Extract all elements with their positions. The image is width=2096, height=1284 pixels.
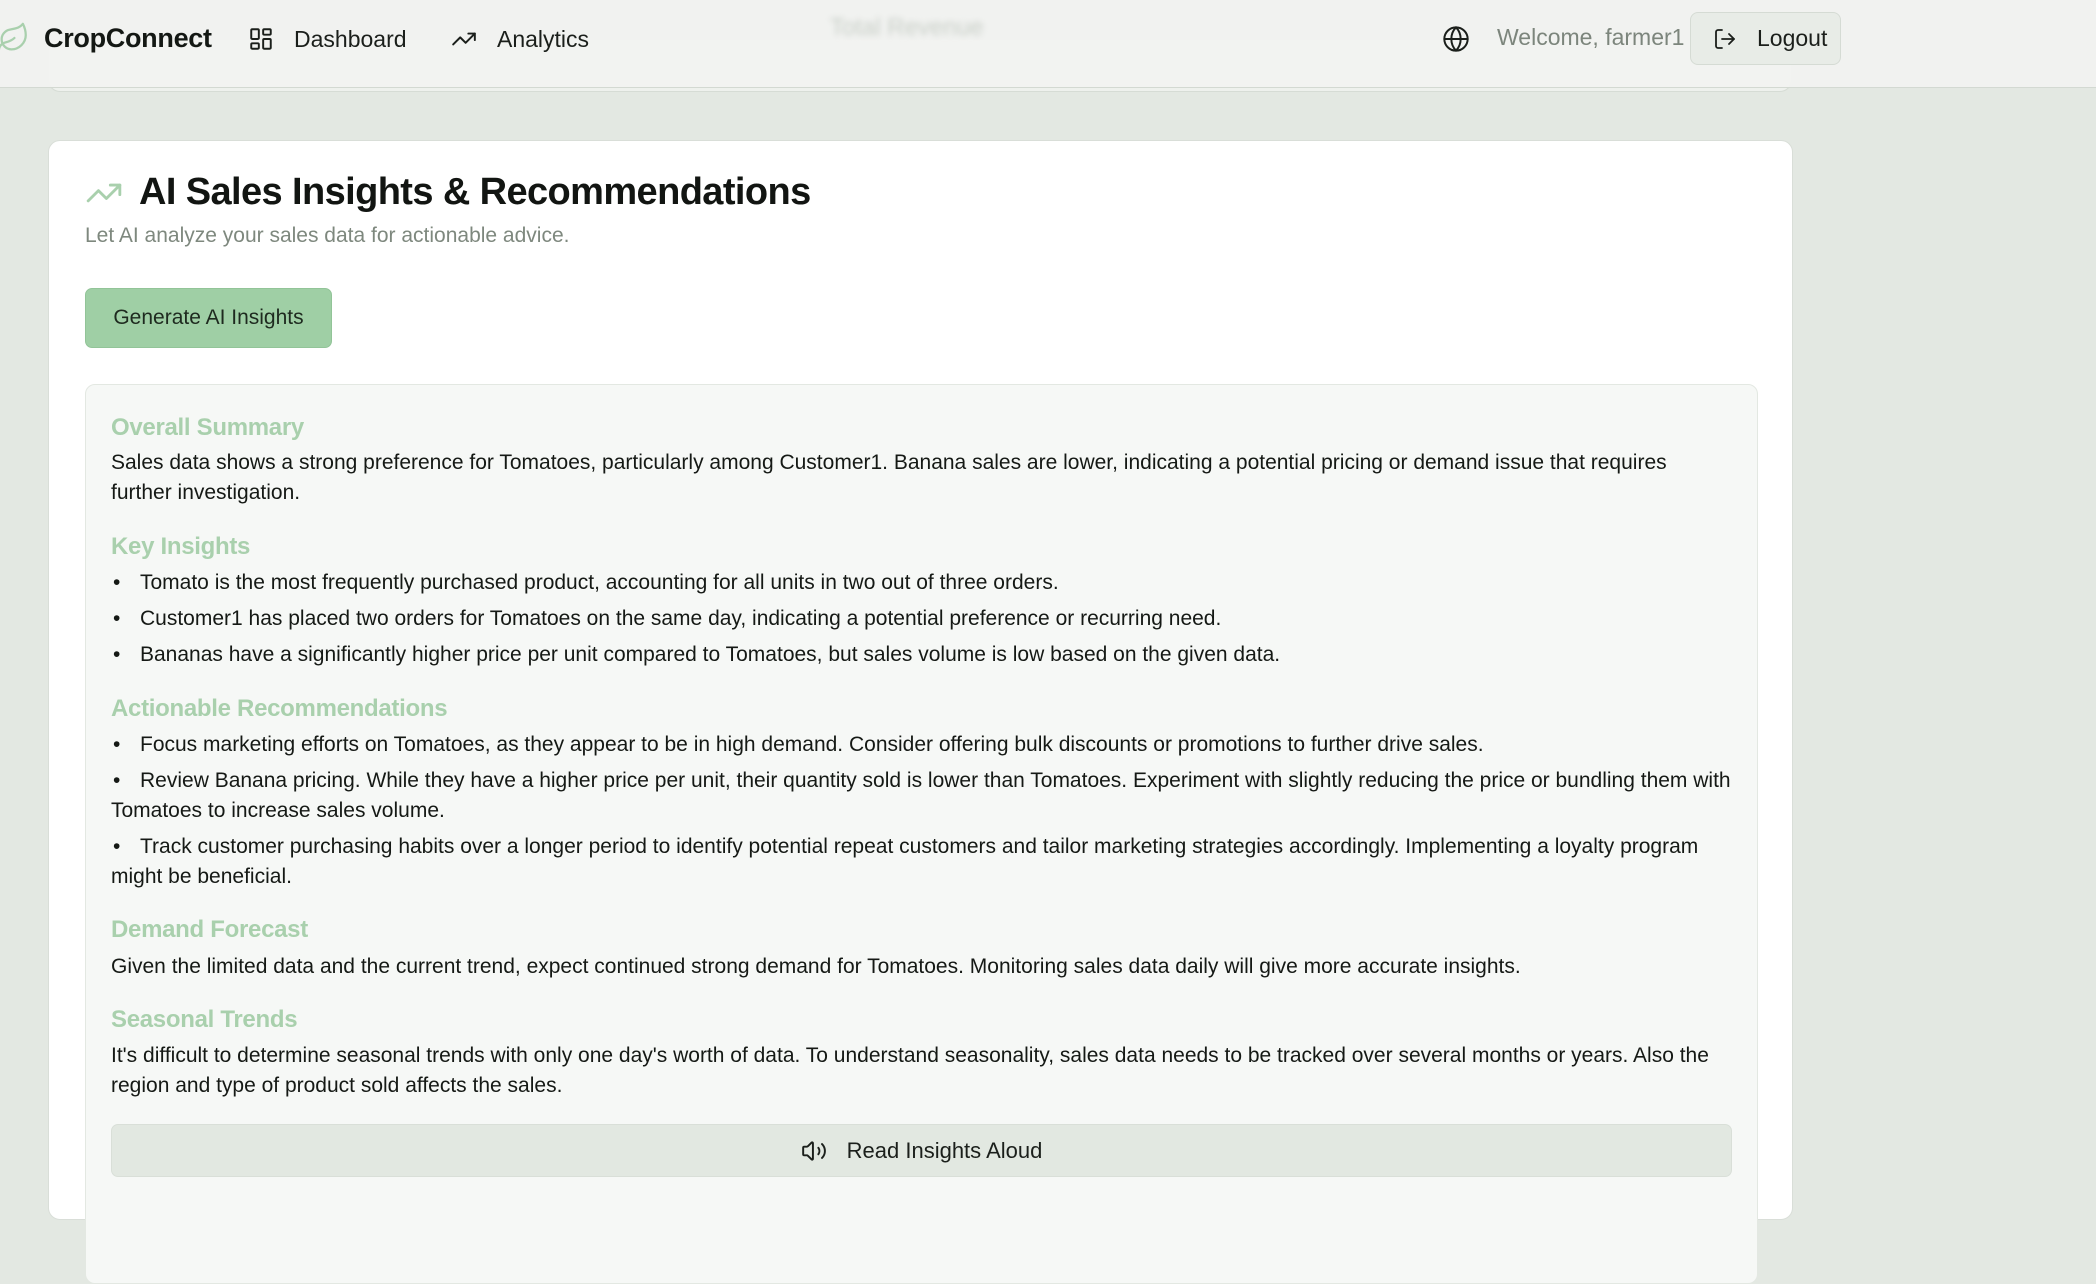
section-title-seasonal-trends: Seasonal Trends: [111, 1006, 298, 1033]
generate-insights-button[interactable]: Generate AI Insights: [85, 288, 332, 348]
read-insights-aloud-button[interactable]: Read Insights Aloud: [111, 1124, 1732, 1177]
leaf-icon: [0, 22, 27, 51]
summary-text: Sales data shows a strong preference for…: [111, 451, 1667, 504]
logout-button[interactable]: Logout: [1690, 12, 1841, 65]
trending-up-icon: [452, 32, 476, 46]
brand[interactable]: CropConnect: [0, 20, 212, 56]
list-item: • Review Banana pricing. While they have …: [111, 769, 1731, 822]
list-item: • Focus marketing efforts on Tomatoes, as…: [113, 733, 1484, 756]
globe-icon[interactable]: [1442, 25, 1470, 53]
list-item: • Tomato is the most frequently purchased…: [113, 571, 1059, 594]
section-title-recommendations: Actionable Recommendations: [111, 695, 448, 722]
section-title-key-insights: Key Insights: [111, 533, 251, 560]
section-title-summary: Overall Summary: [111, 414, 304, 441]
forecast-text: Given the limited data and the current t…: [111, 955, 1521, 978]
welcome-text: Welcome, farmer1: [1497, 24, 1685, 50]
brand-name: CropConnect: [44, 22, 212, 53]
card-title-row: AI Sales Insights & Recommendations: [85, 171, 811, 214]
top-navigation-bar: CropConnect Dashboard Analytics Welcome,…: [0, 0, 2096, 88]
speaker-icon: [801, 1140, 826, 1161]
nav-dashboard-label: Dashboard: [294, 25, 407, 52]
insights-panel: Overall Summary Sales data shows a stron…: [85, 384, 1758, 1284]
list-item: • Bananas have a significantly higher pri…: [113, 643, 1281, 666]
card-subtitle: Let AI analyze your sales data for actio…: [85, 224, 570, 247]
nav-analytics-label: Analytics: [497, 25, 590, 52]
section-title-demand-forecast: Demand Forecast: [111, 916, 308, 943]
read-insights-aloud-label: Read Insights Aloud: [846, 1137, 1043, 1163]
background-revenue-heading: Total Revenue: [830, 14, 984, 41]
nav-analytics[interactable]: Analytics: [451, 20, 589, 58]
trending-up-icon: [86, 183, 122, 202]
logout-label: Logout: [1757, 25, 1828, 51]
ai-insights-card: AI Sales Insights & Recommendations Let …: [48, 140, 1793, 1284]
list-item: • Customer1 has placed two orders for Tom…: [113, 607, 1222, 630]
list-item: • Track customer purchasing habits over a…: [111, 835, 1699, 888]
logout-icon: [1715, 28, 1735, 49]
card-title: AI Sales Insights & Recommendations: [139, 171, 811, 213]
nav-dashboard[interactable]: Dashboard: [248, 20, 407, 58]
seasonal-text: It's difficult to determine seasonal tre…: [111, 1044, 1709, 1097]
grid-icon: [250, 28, 272, 50]
